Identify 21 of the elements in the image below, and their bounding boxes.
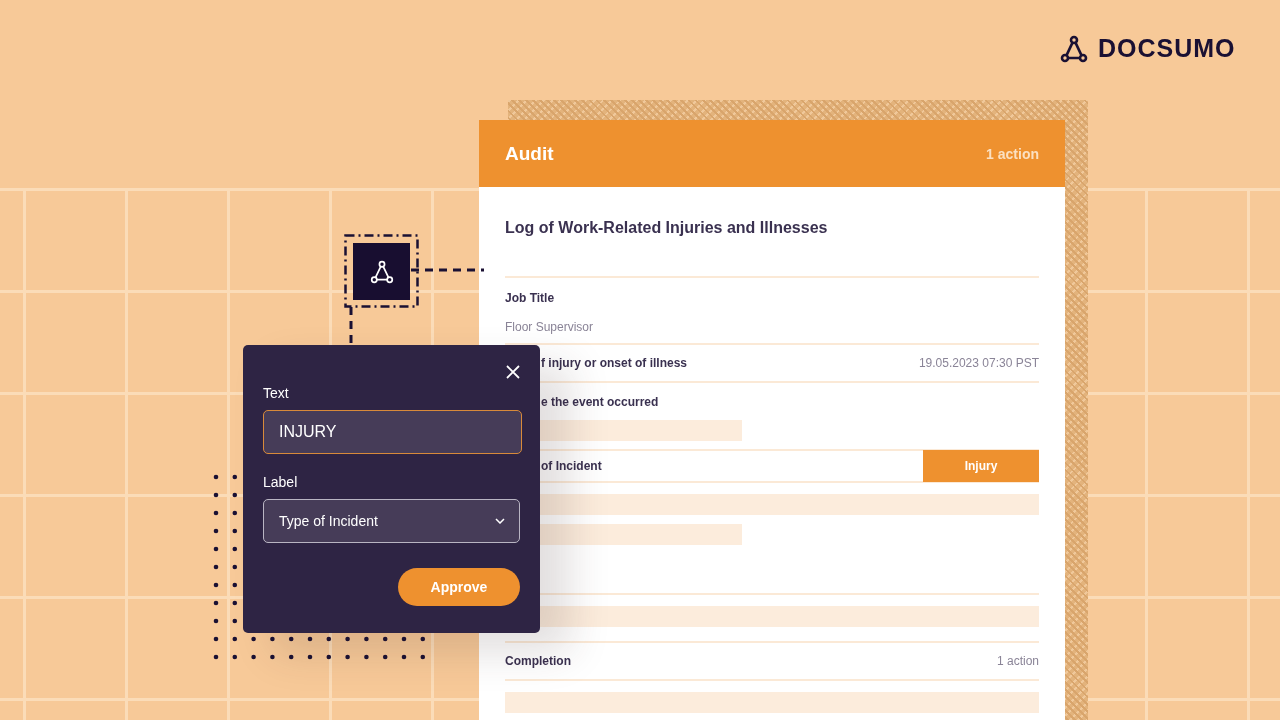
field-value: Floor Supervisor [505, 320, 595, 334]
tag-label: Injury [923, 450, 1039, 482]
field-label: f injury or onset of illness [541, 356, 688, 370]
logo-text: DOCSUMO [1098, 34, 1236, 63]
chevron-down-icon [495, 518, 505, 524]
field-label: e the event occurred [541, 395, 660, 409]
field-label: Completion [505, 654, 571, 668]
card-title: Audit [505, 142, 554, 165]
text-input[interactable]: INJURY [263, 410, 522, 454]
logo-icon [1060, 34, 1088, 63]
label-dropdown[interactable]: Type of Incident [263, 499, 520, 543]
logo-icon [369, 259, 394, 284]
action-count: 1 action [986, 145, 1039, 162]
field-value: 1 action [996, 654, 1039, 668]
field-label: Label [263, 474, 299, 490]
field-label: Text [263, 385, 290, 401]
field-value: 19.05.2023 07:30 PST [918, 356, 1039, 370]
close-icon[interactable] [504, 363, 522, 381]
field-label: Job Title [505, 291, 556, 305]
document-title: Log of Work-Related Injuries and Illnesses [505, 219, 829, 238]
field-label: of Incident [541, 459, 602, 473]
